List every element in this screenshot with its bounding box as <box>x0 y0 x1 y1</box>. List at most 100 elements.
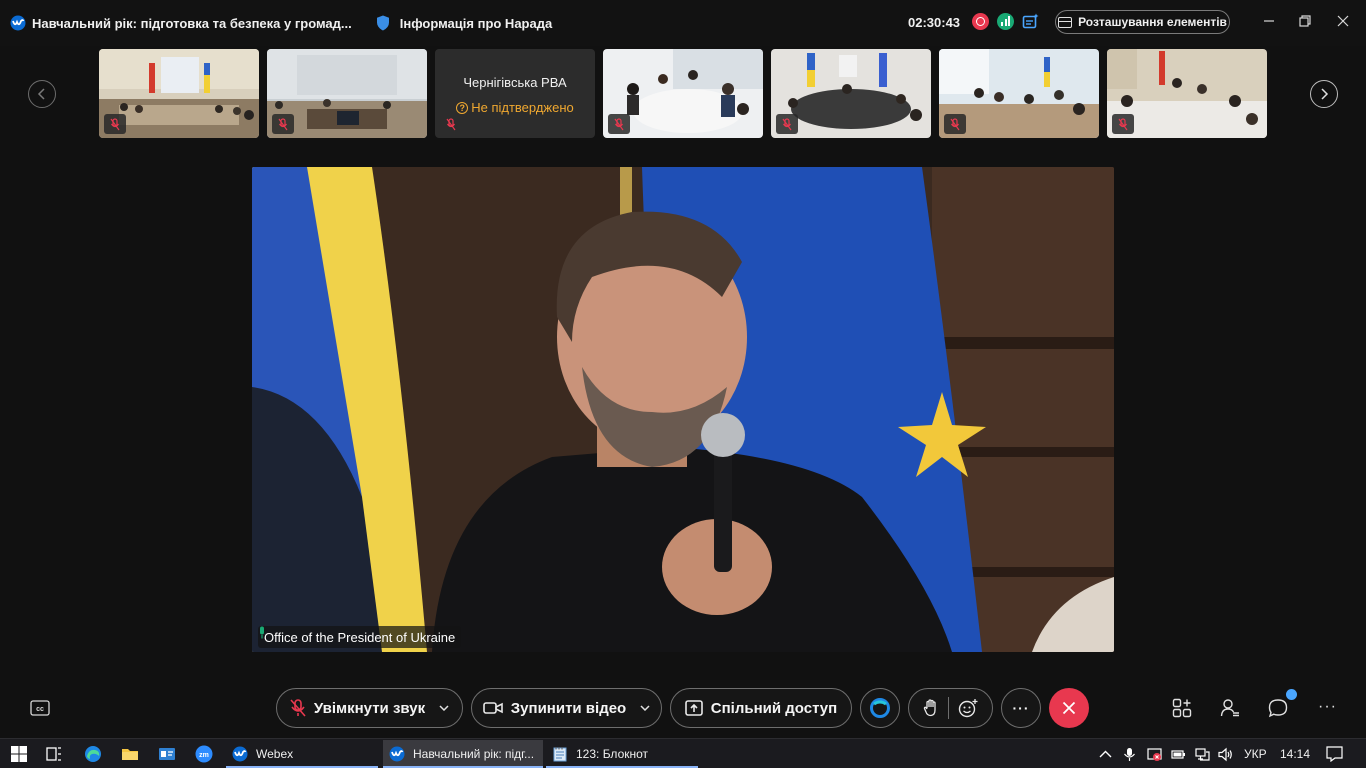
taskbar-app-meeting[interactable]: Навчальний рік: підг... <box>383 740 543 768</box>
chat-icon[interactable] <box>1268 698 1288 718</box>
notifications-icon[interactable] <box>1326 746 1343 762</box>
participant-tile-no-video[interactable]: Чернігівська РВА ? Не підтверджено <box>435 49 595 138</box>
close-icon[interactable] <box>1336 14 1350 28</box>
system-clock[interactable]: 14:14 <box>1280 739 1310 768</box>
participant-status: ? Не підтверджено <box>435 100 595 115</box>
webex-apps-button[interactable] <box>860 688 900 728</box>
windows-start-icon[interactable] <box>10 745 28 763</box>
divider <box>948 697 949 719</box>
unmute-button[interactable]: Увімкнути звук <box>276 688 463 728</box>
filmstrip-next-button[interactable] <box>1310 80 1338 108</box>
muted-badge <box>272 114 294 134</box>
taskbar-app-label: Webex <box>256 747 294 761</box>
taskbar-app-label: Навчальний рік: підг... <box>413 747 535 761</box>
network-health-icon[interactable] <box>997 13 1014 30</box>
participant-tile[interactable] <box>771 49 931 138</box>
input-language[interactable]: УКР <box>1244 739 1267 768</box>
taskbar-app-webex[interactable]: Webex <box>226 740 378 768</box>
webex-logo-icon <box>10 15 26 31</box>
windows-taskbar: zm Webex Навчальний рік: підг... 123: Бл… <box>0 738 1366 768</box>
more-options-label: ··· <box>1012 700 1030 716</box>
participant-tile[interactable] <box>939 49 1099 138</box>
meeting-info-label: Інформація про Нарада <box>399 15 553 31</box>
taskbar-app-notepad[interactable]: 123: Блокнот <box>546 740 698 768</box>
volume-icon[interactable] <box>1218 747 1233 762</box>
notepad-icon <box>553 747 567 762</box>
muted-badge <box>104 114 126 134</box>
stop-video-button[interactable]: Зупинити відео <box>471 688 662 728</box>
network-warning-icon[interactable] <box>1147 747 1162 762</box>
mic-off-icon <box>446 117 456 130</box>
mic-off-icon <box>782 117 792 130</box>
apps-icon[interactable] <box>1172 698 1192 718</box>
speaker-video-frame <box>252 167 1114 652</box>
warning-icon: ? <box>456 101 469 114</box>
mic-off-icon <box>614 117 624 130</box>
taskbar-app-label: 123: Блокнот <box>576 747 649 761</box>
close-icon <box>1062 701 1076 715</box>
participant-tile[interactable] <box>1107 49 1267 138</box>
edge-browser-icon[interactable] <box>84 745 102 763</box>
participants-icon[interactable] <box>1220 698 1240 718</box>
filmstrip-prev-button[interactable] <box>28 80 56 108</box>
meeting-info-link[interactable]: Інформація про Нарада <box>376 15 552 31</box>
speaker-name: Office of the President of Ukraine <box>264 629 456 645</box>
webex-logo-icon <box>389 746 405 762</box>
raise-hand-icon[interactable] <box>923 699 939 717</box>
task-view-icon[interactable] <box>45 745 63 763</box>
more-options-button[interactable]: ··· <box>1001 688 1041 728</box>
speaker-name-tag: Office of the President of Ukraine <box>258 626 462 648</box>
mic-off-icon <box>110 117 120 130</box>
share-screen-icon <box>684 700 703 716</box>
muted-badge <box>944 114 966 134</box>
leave-meeting-button[interactable] <box>1049 688 1089 728</box>
participant-filmstrip: Чернігівська РВА ? Не підтверджено <box>0 46 1366 142</box>
reaction-smiley-icon[interactable] <box>958 698 978 718</box>
input-language-label: УКР <box>1244 747 1267 761</box>
participant-tile[interactable] <box>99 49 259 138</box>
svg-text:zm: zm <box>199 752 209 759</box>
chevron-down-icon[interactable] <box>439 705 449 711</box>
minimize-icon[interactable] <box>1262 14 1276 28</box>
camera-icon <box>482 702 503 714</box>
layout-button[interactable]: Розташування елементів <box>1055 10 1230 34</box>
mic-off-icon <box>950 117 960 130</box>
system-clock-label: 14:14 <box>1280 747 1311 761</box>
share-label: Спільний доступ <box>710 699 838 717</box>
zoom-app-icon[interactable]: zm <box>195 745 213 763</box>
layout-icon <box>1058 16 1073 28</box>
ai-assistant-icon[interactable] <box>1022 13 1039 30</box>
pinned-app-icon[interactable] <box>158 745 176 763</box>
webex-ai-icon <box>870 698 890 718</box>
meeting-title: Навчальний рік: підготовка та безпека у … <box>32 15 352 31</box>
chevron-up-icon[interactable] <box>1098 747 1113 762</box>
active-speaker-video[interactable]: Office of the President of Ukraine <box>252 167 1114 652</box>
wired-network-icon[interactable] <box>1195 747 1210 762</box>
recording-icon[interactable] <box>972 13 989 30</box>
more-panels-button[interactable]: ··· <box>1318 698 1337 716</box>
chevron-right-icon <box>1321 88 1329 100</box>
closed-captions-icon[interactable]: cc <box>30 700 50 716</box>
reactions-group <box>908 688 993 728</box>
file-explorer-icon[interactable] <box>121 745 139 763</box>
more-panels-label: ··· <box>1318 698 1337 715</box>
title-group: Навчальний рік: підготовка та безпека у … <box>10 13 552 33</box>
microphone-icon[interactable] <box>1122 747 1137 762</box>
muted-badge <box>1112 114 1134 134</box>
chevron-down-icon[interactable] <box>640 705 650 711</box>
battery-icon[interactable] <box>1171 747 1186 762</box>
share-button[interactable]: Спільний доступ <box>670 688 852 728</box>
shield-icon <box>376 15 389 31</box>
mic-off-icon <box>278 117 288 130</box>
participant-name: Чернігівська РВА <box>463 75 567 90</box>
muted-badge <box>440 114 462 134</box>
muted-badge <box>776 114 798 134</box>
restore-icon[interactable] <box>1298 14 1312 28</box>
webex-logo-icon <box>232 746 248 762</box>
participant-tile[interactable] <box>603 49 763 138</box>
participant-tile[interactable] <box>267 49 427 138</box>
svg-text:cc: cc <box>36 706 44 713</box>
stop-video-label: Зупинити відео <box>510 699 627 717</box>
muted-badge <box>608 114 630 134</box>
unmute-label: Увімкнути звук <box>313 699 426 717</box>
